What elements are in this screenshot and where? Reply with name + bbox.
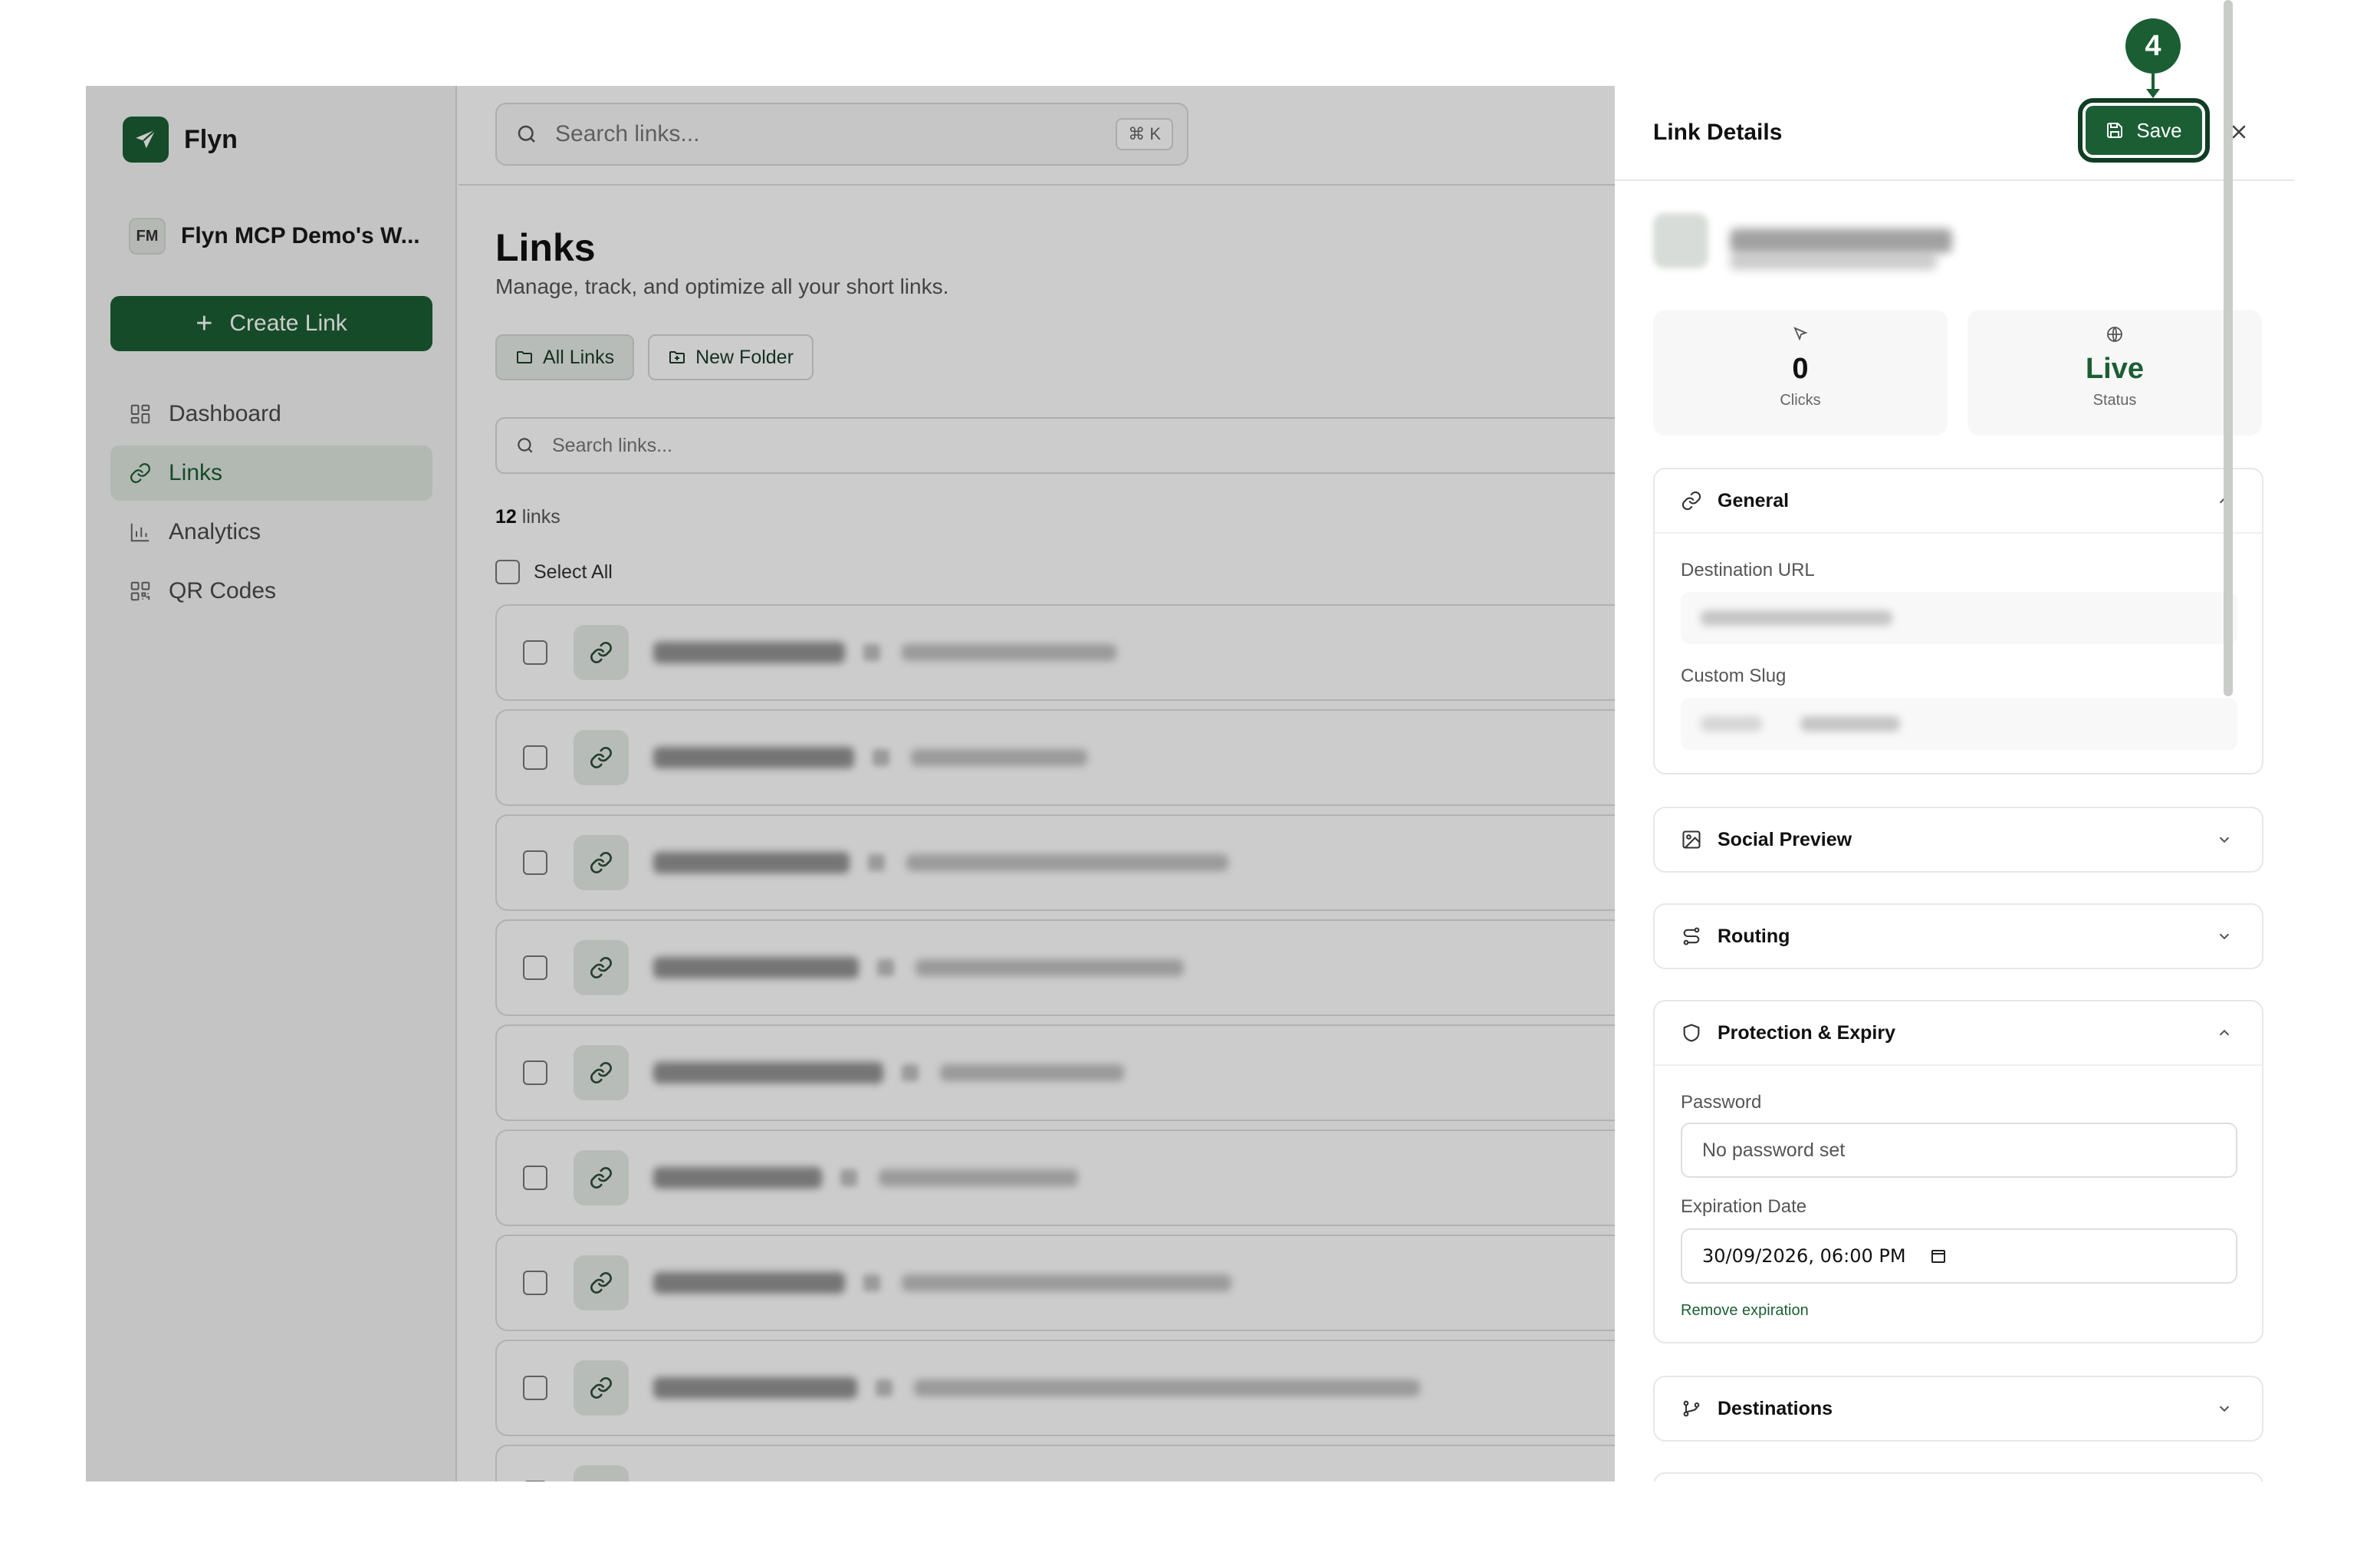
social-preview-title: Social Preview xyxy=(1718,828,1852,850)
general-title: General xyxy=(1718,489,1790,511)
destinations-header[interactable]: Destinations xyxy=(1655,1377,2262,1440)
save-label: Save xyxy=(2136,118,2182,142)
shield-icon xyxy=(1683,1024,1700,1042)
destination-url-field[interactable] xyxy=(1681,592,2237,644)
social-preview-header[interactable]: Social Preview xyxy=(1655,808,2262,871)
redacted-slug xyxy=(1800,716,1900,732)
git-branch-icon xyxy=(1683,1400,1700,1417)
routing-header[interactable]: Routing xyxy=(1655,905,2262,968)
globe-icon xyxy=(2107,327,2122,342)
password-placeholder: No password set xyxy=(1702,1139,1846,1161)
calendar-icon[interactable] xyxy=(1929,1247,1948,1265)
chevron-up-icon xyxy=(2219,1029,2230,1036)
general-header[interactable]: General xyxy=(1655,469,2262,532)
custom-slug-field[interactable] xyxy=(1681,698,2237,750)
chevron-down-icon xyxy=(2219,1406,2230,1412)
clicks-stat: 0 Clicks xyxy=(1653,310,1948,436)
modal-backdrop[interactable] xyxy=(86,86,1615,1481)
route-icon xyxy=(1683,927,1700,945)
destinations-section[interactable]: Destinations xyxy=(1653,1376,2263,1442)
drawer-header: Link Details Save xyxy=(1615,86,2294,181)
redacted-link-title xyxy=(1730,229,1952,253)
routing-title: Routing xyxy=(1718,925,1790,947)
redacted-link-icon xyxy=(1653,213,1708,268)
protection-expiry-header[interactable]: Protection & Expiry xyxy=(1655,1001,2262,1064)
routing-section[interactable]: Routing xyxy=(1653,903,2263,969)
next-section[interactable] xyxy=(1653,1472,2263,1481)
custom-slug-label: Custom Slug xyxy=(1681,666,1787,686)
cursor-icon xyxy=(1793,327,1808,341)
status-label: Status xyxy=(2092,392,2137,409)
password-label: Password xyxy=(1681,1092,1762,1113)
drawer-scrollbar[interactable] xyxy=(2224,0,2233,696)
protection-expiry-body: Password No password set Expiration Date… xyxy=(1655,1064,2262,1342)
chevron-down-icon xyxy=(2219,837,2230,843)
expiration-date-value: 30/09/2026, 06:00 PM xyxy=(1702,1245,1906,1267)
protection-expiry-section: Protection & Expiry Password No password… xyxy=(1653,1000,2263,1343)
protection-expiry-title: Protection & Expiry xyxy=(1718,1021,1895,1044)
password-field[interactable]: No password set xyxy=(1681,1123,2237,1178)
app-window: Flyn FM Flyn MCP Demo's W... + Create Li… xyxy=(86,86,2294,1481)
expiration-date-field[interactable]: 30/09/2026, 06:00 PM xyxy=(1681,1228,2237,1284)
save-button[interactable]: Save xyxy=(2078,98,2210,163)
social-preview-section[interactable]: Social Preview xyxy=(1653,807,2263,873)
status-stat: Live Status xyxy=(1967,310,2262,436)
general-body: Destination URL Custom Slug xyxy=(1655,532,2262,774)
link-details-drawer: Link Details Save 0 Clicks Live Status G… xyxy=(1615,86,2294,1481)
save-icon xyxy=(2107,123,2123,138)
clicks-label: Clicks xyxy=(1780,392,1821,409)
step-callout-badge: 4 xyxy=(2125,18,2181,74)
destinations-title: Destinations xyxy=(1718,1397,1833,1419)
link-stats: 0 Clicks Live Status xyxy=(1653,310,2282,436)
clicks-value: 0 xyxy=(1792,353,1809,385)
general-section: General Destination URL Custom Slug xyxy=(1653,468,2263,774)
redacted-destination-url xyxy=(1701,610,1892,626)
arrow-down-icon xyxy=(2146,74,2160,98)
status-value: Live xyxy=(2085,353,2145,385)
remove-expiration-link[interactable]: Remove expiration xyxy=(1681,1302,1809,1320)
redacted-link-short-url xyxy=(1730,253,1937,270)
link-icon xyxy=(1681,491,1701,511)
image-icon xyxy=(1682,830,1701,849)
drawer-title: Link Details xyxy=(1653,120,1783,145)
expiration-date-label: Expiration Date xyxy=(1681,1196,1807,1217)
destination-url-label: Destination URL xyxy=(1681,560,1815,580)
redacted-slug-prefix xyxy=(1701,716,1762,732)
chevron-down-icon xyxy=(2219,933,2230,940)
